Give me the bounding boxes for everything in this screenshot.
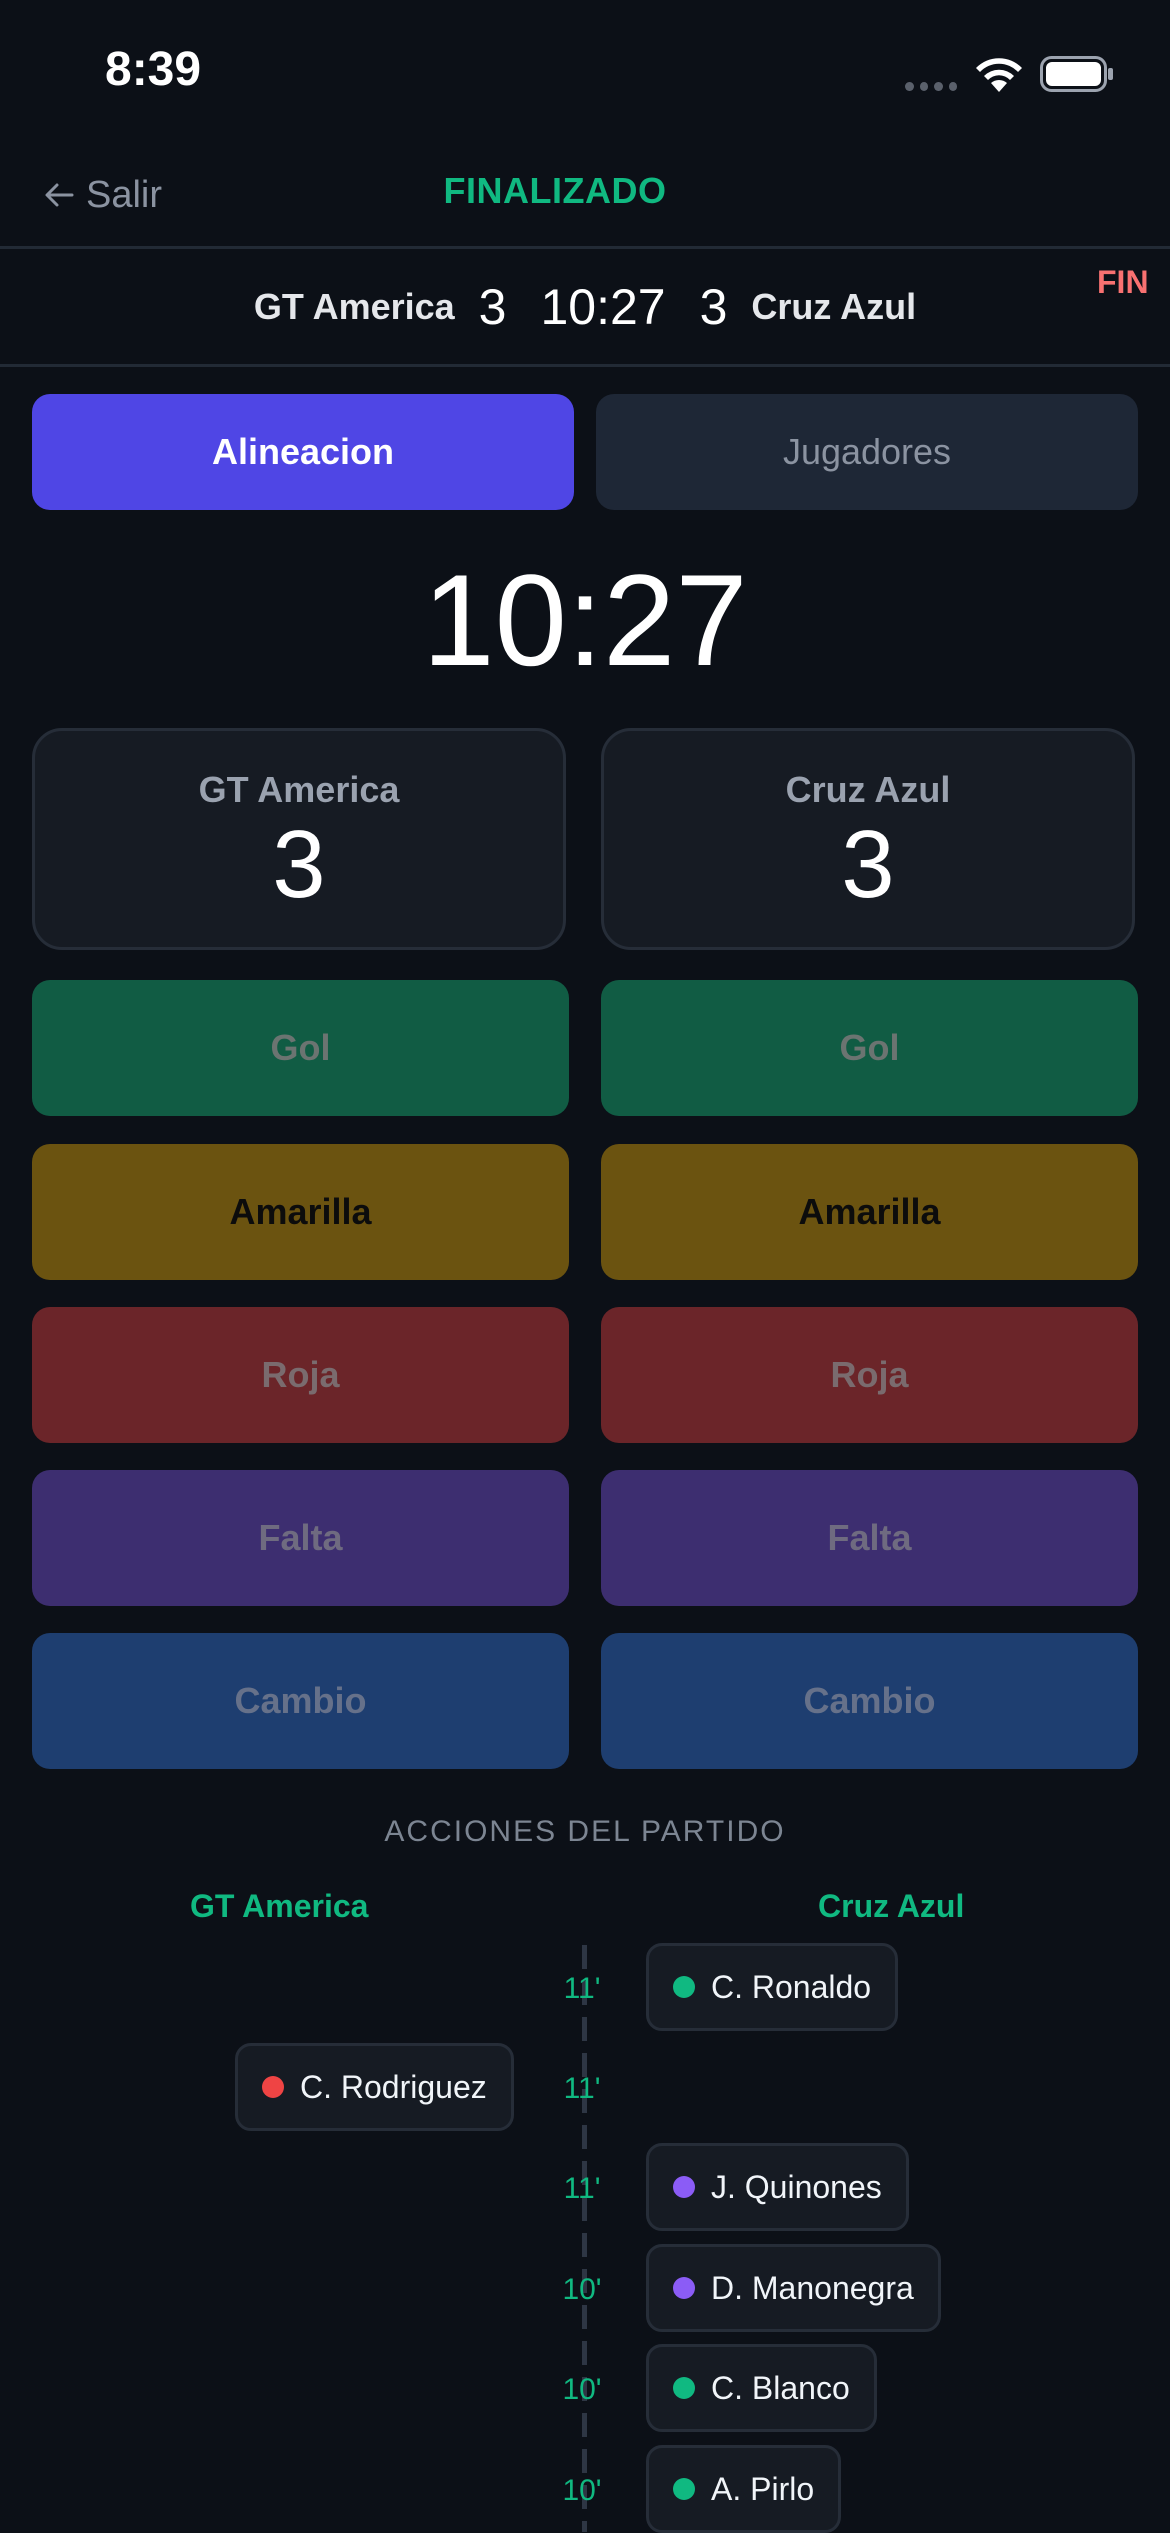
status-badge: FIN [1097,264,1149,300]
event-minute: 10' [562,2474,602,2507]
event-chip[interactable]: C. Rodriguez [235,2043,514,2131]
event-minute: 10' [562,2273,602,2306]
event-minute: 11' [563,2072,601,2105]
home-amarilla-button[interactable]: Amarilla [32,1144,569,1280]
event-dot-icon [673,2176,695,2198]
scoreboard: GT America 3 10:27 3 Cruz Azul [0,275,1170,339]
event-player: C. Blanco [711,2369,850,2406]
away-team-card: Cruz Azul 3 [601,728,1135,950]
event-dot-icon [262,2076,284,2098]
away-cambio-button[interactable]: Cambio [601,1633,1138,1769]
scoreboard-away-team: Cruz Azul [751,286,917,327]
event-chip[interactable]: D. Manonegra [646,2244,941,2332]
tab-jugadores[interactable]: Jugadores [596,394,1138,510]
events-home-header: GT America [190,1888,369,1924]
event-player: A. Pirlo [711,2470,815,2507]
cellular-signal-icon [905,82,957,92]
event-minute: 11' [563,2172,601,2205]
wifi-icon [976,58,1022,92]
away-team-name: Cruz Azul [785,769,951,810]
away-gol-button[interactable]: Gol [601,980,1138,1116]
divider [0,364,1170,367]
scoreboard-away-score: 3 [699,279,728,335]
events-away-header: Cruz Azul [818,1888,965,1924]
event-dot-icon [673,2478,695,2500]
away-falta-button[interactable]: Falta [601,1470,1138,1606]
event-chip[interactable]: C. Ronaldo [646,1943,899,2031]
timeline-line [582,1945,587,2532]
event-dot-icon [673,2377,695,2399]
home-falta-button[interactable]: Falta [32,1470,569,1606]
tab-alineacion[interactable]: Alineacion [32,394,574,510]
home-roja-button[interactable]: Roja [32,1307,569,1443]
event-player: C. Rodriguez [300,2068,487,2105]
event-player: D. Manonegra [711,2269,914,2306]
event-chip[interactable]: J. Quinones [646,2143,909,2231]
away-amarilla-button[interactable]: Amarilla [601,1144,1138,1280]
scoreboard-home-score: 3 [478,279,507,335]
event-chip[interactable]: A. Pirlo [646,2445,842,2533]
event-player: J. Quinones [711,2168,882,2205]
scoreboard-time: 10:27 [540,279,666,335]
home-team-score: 3 [272,811,326,918]
event-minute: 10' [562,2373,602,2406]
status-time: 8:39 [105,43,202,96]
event-chip[interactable]: C. Blanco [646,2344,877,2432]
home-team-name: GT America [198,769,400,810]
event-minute: 11' [563,1972,601,2005]
event-dot-icon [673,1976,695,1998]
event-player: C. Ronaldo [711,1968,872,2005]
actions-section-title: ACCIONES DEL PARTIDO [384,1815,786,1848]
home-cambio-button[interactable]: Cambio [32,1633,569,1769]
home-team-card: GT America 3 [32,728,566,950]
match-clock: 10:27 [422,547,748,693]
match-state: FINALIZADO [443,170,667,211]
divider [0,246,1170,249]
home-gol-button[interactable]: Gol [32,980,569,1116]
event-dot-icon [673,2277,695,2299]
battery-icon [1040,56,1113,92]
scoreboard-home-team: GT America [253,286,455,327]
away-team-score: 3 [841,811,895,918]
away-roja-button[interactable]: Roja [601,1307,1138,1443]
